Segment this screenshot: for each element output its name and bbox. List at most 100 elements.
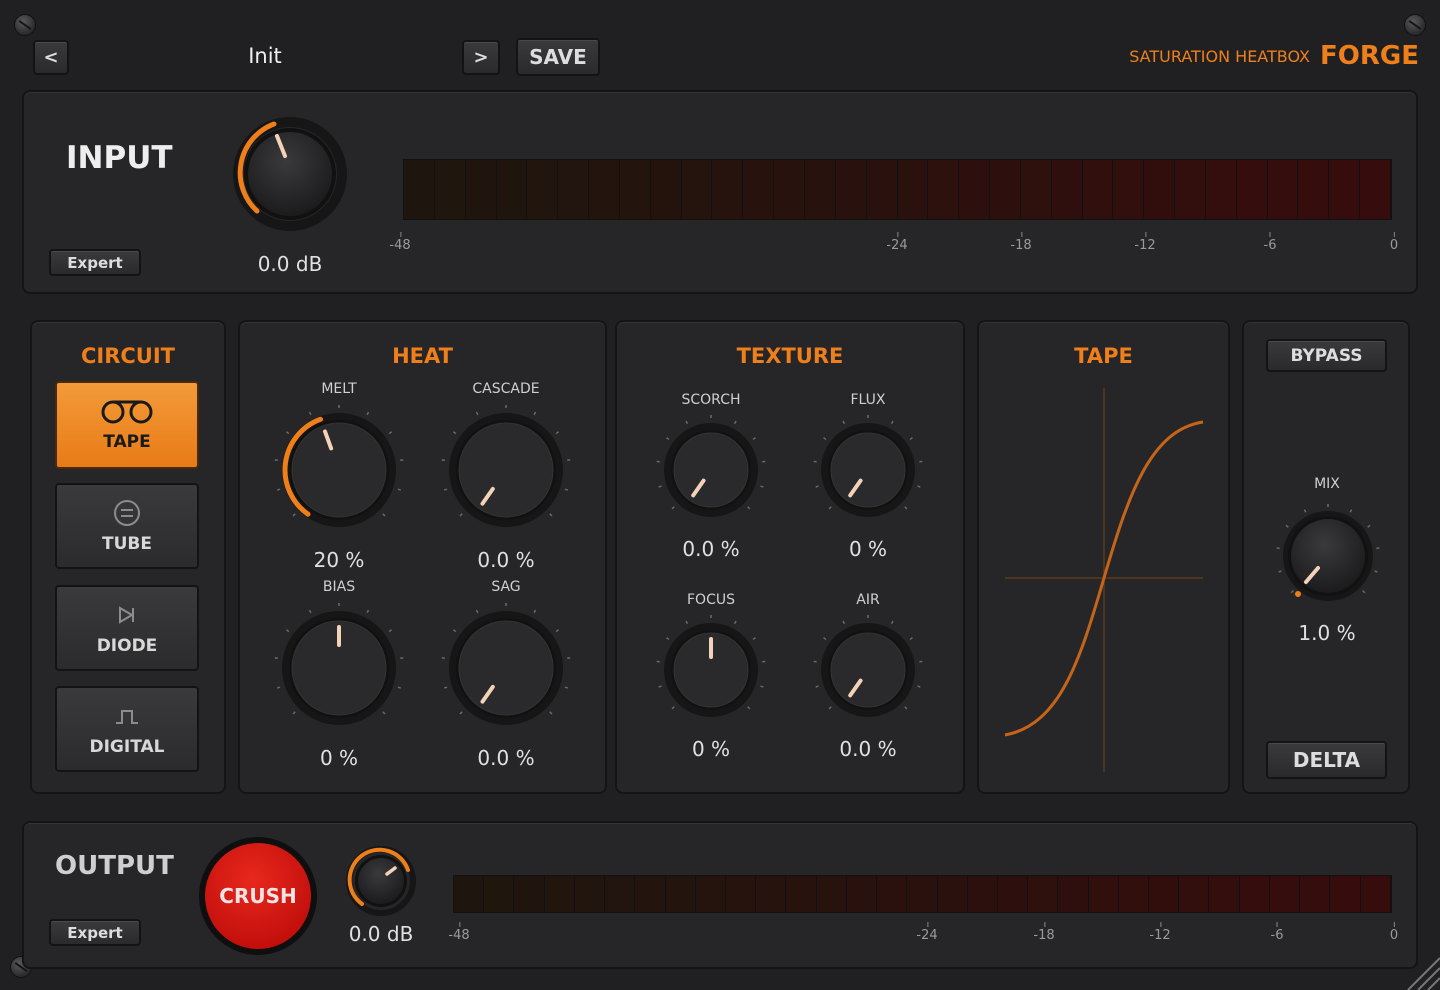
meter-segment — [635, 876, 666, 912]
meter-segment — [756, 876, 787, 912]
meter-segment — [514, 876, 545, 912]
meter-segment — [804, 160, 836, 219]
flux-label: FLUX — [850, 392, 886, 408]
meter-segment — [774, 160, 805, 219]
meter-segment — [1205, 160, 1237, 219]
circuit-digital-button[interactable]: DIGITAL — [55, 686, 199, 772]
meter-segment — [544, 876, 575, 912]
focus-label: FOCUS — [687, 592, 735, 608]
diode-icon — [119, 606, 134, 624]
meter-tick-label: -6 — [1263, 232, 1277, 253]
resize-handle-icon[interactable] — [1400, 950, 1440, 990]
input-gain-value: 0.0 dB — [257, 252, 323, 276]
circuit-diode-label: DIODE — [96, 636, 158, 656]
meter-segment — [1113, 160, 1145, 219]
melt-value: 20 % — [313, 548, 365, 572]
meter-segment — [1020, 160, 1052, 219]
mix-value: 1.0 % — [1298, 621, 1356, 645]
mix-label: MIX — [1314, 476, 1340, 492]
scorch-value: 0.0 % — [682, 537, 740, 561]
meter-segment — [1236, 160, 1268, 219]
cascade-label: CASCADE — [472, 381, 540, 397]
meter-tick-label: -12 — [1149, 922, 1171, 943]
meter-segment — [928, 160, 960, 219]
focus-knob[interactable] — [649, 608, 773, 732]
bias-knob[interactable] — [267, 596, 411, 740]
meter-tick-label: -18 — [1033, 922, 1055, 943]
cascade-knob[interactable] — [434, 398, 578, 542]
output-gain-value: 0.0 dB — [348, 922, 414, 946]
mix-knob[interactable] — [1272, 500, 1384, 612]
meter-segment — [496, 160, 528, 219]
input-title: INPUT — [66, 140, 173, 176]
meter-segment — [404, 160, 435, 219]
meter-segment — [681, 160, 713, 219]
meter-segment — [1175, 160, 1206, 219]
sag-knob[interactable] — [434, 596, 578, 740]
circuit-tube-label: TUBE — [102, 534, 152, 554]
meter-segment — [650, 160, 682, 219]
meter-segment — [877, 876, 908, 912]
meter-segment — [1082, 160, 1114, 219]
bypass-button[interactable]: BYPASS — [1266, 339, 1387, 372]
flux-value: 0 % — [848, 537, 888, 561]
crush-button[interactable]: CRUSH — [199, 837, 317, 955]
meter-tick-label: -48 — [448, 922, 470, 943]
meter-segment — [1028, 876, 1059, 912]
meter-segment — [1118, 876, 1150, 912]
input-gain-knob[interactable] — [222, 104, 358, 240]
save-button[interactable]: SAVE — [516, 38, 600, 76]
meter-segment — [665, 876, 696, 912]
meter-segment — [1267, 160, 1299, 219]
circuit-title: CIRCUIT — [81, 344, 175, 368]
scorch-knob[interactable] — [649, 408, 773, 532]
delta-button[interactable]: DELTA — [1266, 741, 1387, 779]
meter-segment — [1209, 876, 1240, 912]
sag-label: SAG — [491, 579, 521, 595]
next-preset-button[interactable]: > — [462, 40, 500, 75]
meter-segment — [897, 160, 929, 219]
digital-icon — [116, 710, 138, 724]
meter-segment — [589, 160, 620, 219]
brand-subtitle: SATURATION HEATBOX — [1129, 47, 1310, 66]
meter-segment — [725, 876, 757, 912]
circuit-diode-button[interactable]: DIODE — [55, 585, 199, 671]
meter-segment — [1144, 160, 1176, 219]
meter-tick-label: -12 — [1134, 232, 1156, 253]
circuit-tube-button[interactable]: TUBE — [55, 483, 199, 569]
meter-segment — [484, 876, 515, 912]
meter-segment — [1239, 876, 1270, 912]
output-expert-button[interactable]: Expert — [49, 919, 141, 946]
meter-segment — [695, 876, 726, 912]
prev-preset-button[interactable]: < — [33, 40, 69, 75]
air-value: 0.0 % — [839, 737, 897, 761]
meter-segment — [619, 160, 651, 219]
meter-segment — [1330, 876, 1361, 912]
input-expert-button[interactable]: Expert — [49, 249, 141, 276]
meter-segment — [816, 876, 847, 912]
air-knob[interactable] — [806, 608, 930, 732]
circuit-tape-label: TAPE — [103, 432, 151, 452]
brand-logo: FORGE — [1320, 41, 1419, 71]
meter-segment — [574, 876, 606, 912]
bias-label: BIAS — [322, 579, 356, 595]
melt-knob[interactable] — [267, 398, 411, 542]
tube-icon — [114, 500, 140, 526]
focus-value: 0 % — [691, 737, 731, 761]
circuit-tape-button[interactable]: TAPE — [55, 381, 199, 469]
meter-segment — [1329, 160, 1361, 219]
meter-tick-label: -6 — [1270, 922, 1284, 943]
meter-segment — [959, 160, 991, 219]
meter-segment — [1300, 876, 1331, 912]
meter-segment — [527, 160, 559, 219]
tape-transfer-curve — [1004, 388, 1204, 772]
meter-segment — [1149, 876, 1180, 912]
meter-segment — [434, 160, 466, 219]
meter-tick-label: -18 — [1010, 232, 1032, 253]
output-gain-knob[interactable] — [344, 844, 418, 918]
preset-name[interactable]: Init — [200, 44, 330, 68]
sag-value: 0.0 % — [477, 746, 535, 770]
flux-knob[interactable] — [806, 408, 930, 532]
tape-curve-title: TAPE — [1074, 344, 1133, 368]
meter-segment — [1360, 160, 1391, 219]
